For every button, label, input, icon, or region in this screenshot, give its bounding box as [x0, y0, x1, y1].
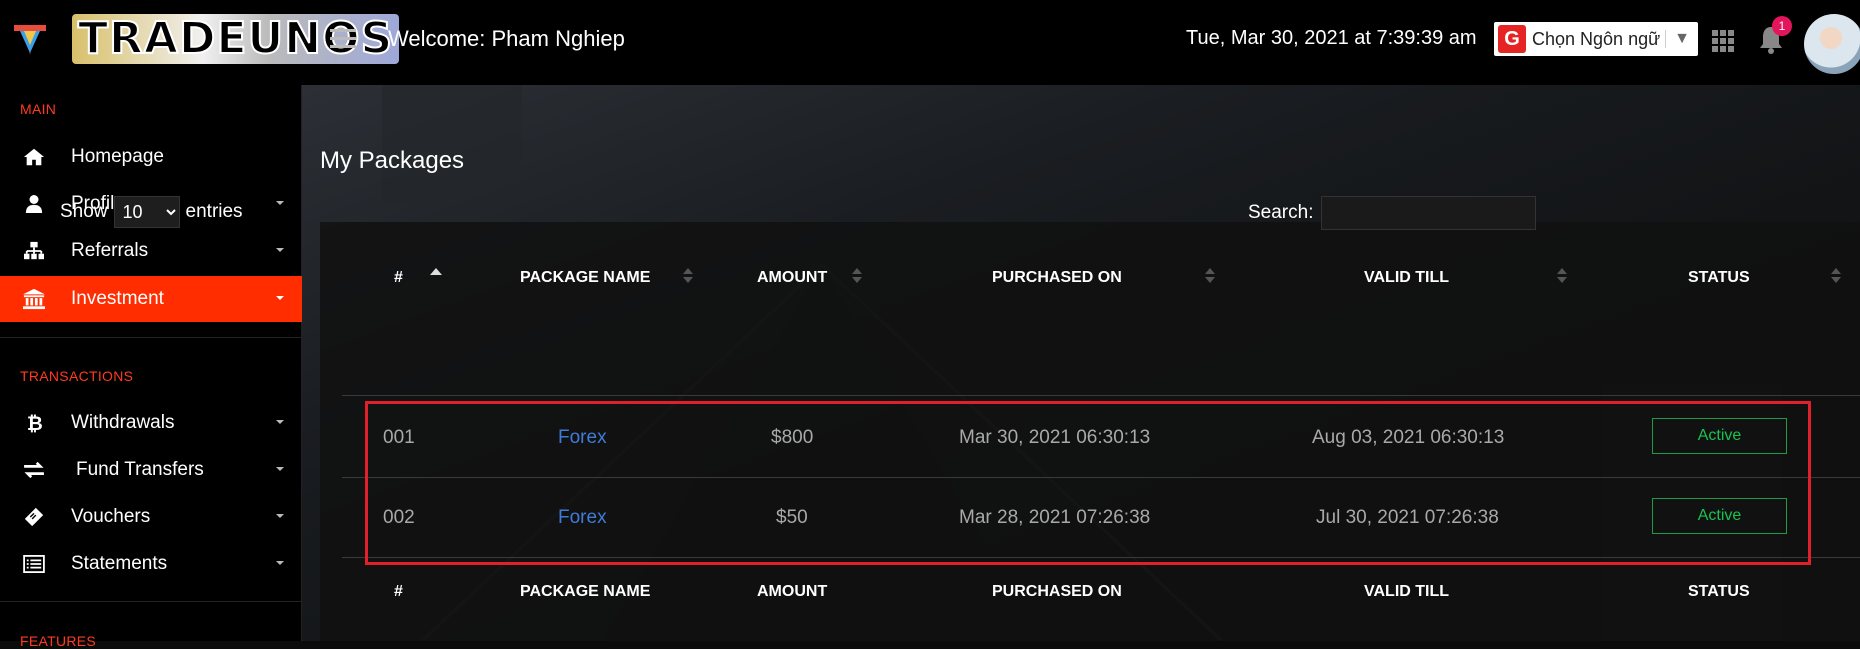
row-amount: $800 [771, 427, 814, 448]
show-label: Show [60, 201, 108, 222]
chevron-down-icon [276, 296, 284, 300]
apps-grid-icon[interactable] [1712, 30, 1734, 52]
chevron-down-icon [276, 420, 284, 424]
footer-header-package-name: PACKAGE NAME [520, 583, 651, 600]
svg-text:₿: ₿ [27, 412, 42, 434]
bank-icon [18, 287, 50, 311]
sidebar-divider [0, 601, 302, 602]
footer-header-number: # [394, 583, 403, 600]
package-name-link[interactable]: Forex [558, 507, 607, 529]
exchange-icon [18, 458, 50, 482]
row-divider [342, 557, 1860, 558]
chevron-down-icon [276, 248, 284, 252]
column-header-purchased-on[interactable]: PURCHASED ON [992, 269, 1122, 287]
top-bar: TRADEUNOS Welcome: Pham Nghiep Tue, Mar … [0, 0, 1860, 85]
chevron-down-icon [276, 514, 284, 518]
avatar[interactable] [1804, 14, 1860, 74]
sort-icon [683, 268, 693, 286]
sort-icon [852, 268, 862, 286]
sidebar-item-vouchers[interactable]: Vouchers [0, 494, 302, 540]
language-select[interactable]: G Chọn Ngôn ngữ ▼ [1494, 22, 1698, 56]
notification-badge: 1 [1772, 16, 1792, 36]
column-header-number[interactable]: # [394, 269, 403, 287]
dropdown-arrow-icon: ▼ [1665, 30, 1698, 48]
sidebar-item-label: Statements [71, 553, 168, 574]
sitemap-icon [18, 239, 50, 263]
sort-icon [1557, 268, 1567, 286]
sidebar-item-label: Vouchers [71, 506, 151, 527]
sidebar-divider [0, 337, 302, 338]
entries-select[interactable]: 10 [113, 196, 180, 228]
sort-asc-icon [430, 268, 442, 275]
chevron-down-icon [276, 561, 284, 565]
column-header-amount[interactable]: AMOUNT [757, 269, 827, 287]
row-id: 001 [383, 427, 415, 448]
welcome-text: Welcome: Pham Nghiep [388, 26, 625, 51]
row-amount: $50 [776, 507, 808, 528]
column-header-status[interactable]: STATUS [1688, 269, 1750, 287]
sidebar-item-homepage[interactable]: Homepage [0, 134, 302, 180]
chevron-down-icon [276, 201, 284, 205]
logo-icon [14, 25, 46, 55]
table-header-divider [342, 395, 1860, 396]
entries-control: Show 10 entries [60, 196, 243, 228]
status-badge: Active [1652, 498, 1787, 534]
row-valid-till: Jul 30, 2021 07:26:38 [1316, 507, 1499, 528]
row-valid-till: Aug 03, 2021 06:30:13 [1312, 427, 1505, 448]
sort-icon [1205, 268, 1215, 286]
ticket-icon [18, 505, 50, 529]
row-id: 002 [383, 507, 415, 528]
sidebar-item-statements[interactable]: Statements [0, 541, 302, 587]
page-title: My Packages [320, 147, 465, 174]
language-label: Chọn Ngôn ngữ [1532, 28, 1661, 49]
sidebar-item-withdrawals[interactable]: ₿ Withdrawals [0, 400, 302, 446]
footer-header-amount: AMOUNT [757, 583, 828, 600]
google-translate-icon: G [1498, 25, 1526, 53]
sidebar-item-investment[interactable]: Investment [0, 276, 302, 322]
sidebar-item-label: Homepage [71, 146, 164, 167]
search-control: Search: [1248, 196, 1537, 230]
sidebar-item-label: Fund Transfers [76, 459, 204, 480]
footer-header-purchased-on: PURCHASED ON [992, 583, 1122, 600]
footer-header-status: STATUS [1688, 583, 1750, 600]
row-purchased-on: Mar 28, 2021 07:26:38 [959, 507, 1151, 528]
sidebar-item-fund-transfers[interactable]: Fund Transfers [0, 447, 302, 493]
bitcoin-icon: ₿ [18, 411, 50, 435]
sidebar-item-label: Investment [71, 288, 164, 309]
section-title-main: MAIN [20, 101, 57, 117]
home-icon [18, 145, 50, 169]
sidebar-item-label: Withdrawals [71, 412, 175, 433]
column-header-package-name[interactable]: PACKAGE NAME [520, 269, 650, 287]
sidebar-item-referrals[interactable]: Referrals [0, 228, 302, 274]
entries-label: entries [185, 201, 243, 222]
menu-toggle-button[interactable] [330, 29, 356, 49]
current-datetime: Tue, Mar 30, 2021 at 7:39:39 am [1186, 27, 1477, 49]
chevron-down-icon [276, 467, 284, 471]
search-label: Search: [1248, 202, 1314, 223]
package-name-link[interactable]: Forex [558, 427, 607, 449]
footer-header-valid-till: VALID TILL [1364, 583, 1450, 600]
user-icon [18, 192, 50, 216]
sort-icon [1831, 268, 1841, 286]
list-icon [18, 552, 50, 576]
row-divider [342, 477, 1860, 478]
section-title-transactions: TRANSACTIONS [20, 368, 134, 384]
row-purchased-on: Mar 30, 2021 06:30:13 [959, 427, 1151, 448]
sidebar-item-label: Referrals [71, 240, 149, 261]
status-badge: Active [1652, 418, 1787, 454]
search-input[interactable] [1321, 196, 1537, 230]
section-title-features: FEATURES [20, 633, 97, 649]
column-header-valid-till[interactable]: VALID TILL [1364, 269, 1449, 287]
sidebar: MAIN Homepage Profile Referrals Investme… [0, 85, 302, 649]
